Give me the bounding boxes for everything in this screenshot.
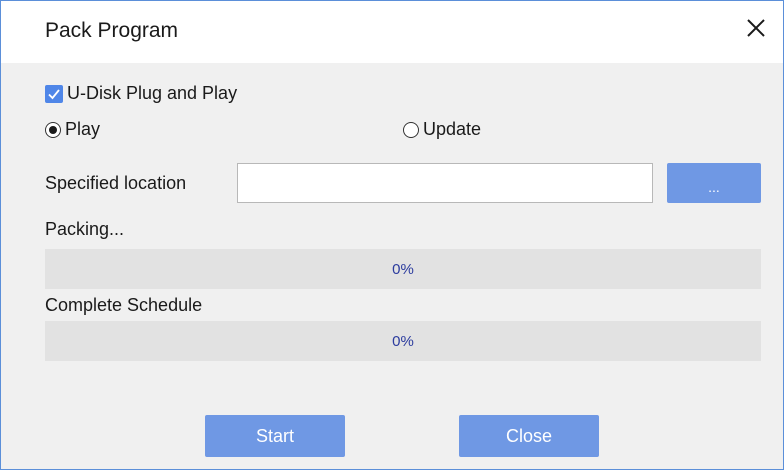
udisk-label: U-Disk Plug and Play	[67, 83, 238, 103]
radio-selected-icon	[45, 121, 61, 138]
packing-label: Packing...	[45, 219, 125, 239]
schedule-progress-bar: 0%	[45, 321, 761, 361]
update-label: Update	[423, 119, 482, 139]
schedule-percent: 0%	[392, 332, 414, 350]
udisk-plug-and-play-checkbox[interactable]: U-Disk Plug and Play	[45, 83, 237, 104]
complete-schedule-label: Complete Schedule	[45, 295, 203, 315]
specified-location-label: Specified location	[45, 173, 187, 193]
pack-program-dialog: Pack Program U-Disk Plug and Play Play U…	[0, 0, 784, 470]
play-radio[interactable]: Play	[45, 119, 100, 140]
update-radio[interactable]: Update	[403, 119, 481, 140]
packing-percent: 0%	[392, 260, 414, 278]
browse-button[interactable]: ...	[667, 163, 761, 203]
play-label: Play	[65, 119, 101, 139]
specified-location-input[interactable]	[237, 163, 653, 203]
radio-unselected-icon	[403, 121, 419, 138]
start-button[interactable]: Start	[205, 415, 345, 457]
close-icon[interactable]	[741, 13, 771, 43]
close-button[interactable]: Close	[459, 415, 599, 457]
checkbox-checked-icon	[45, 84, 63, 103]
title-bar: Pack Program	[1, 1, 783, 63]
dialog-title: Pack Program	[45, 19, 179, 42]
packing-progress-bar: 0%	[45, 249, 761, 289]
